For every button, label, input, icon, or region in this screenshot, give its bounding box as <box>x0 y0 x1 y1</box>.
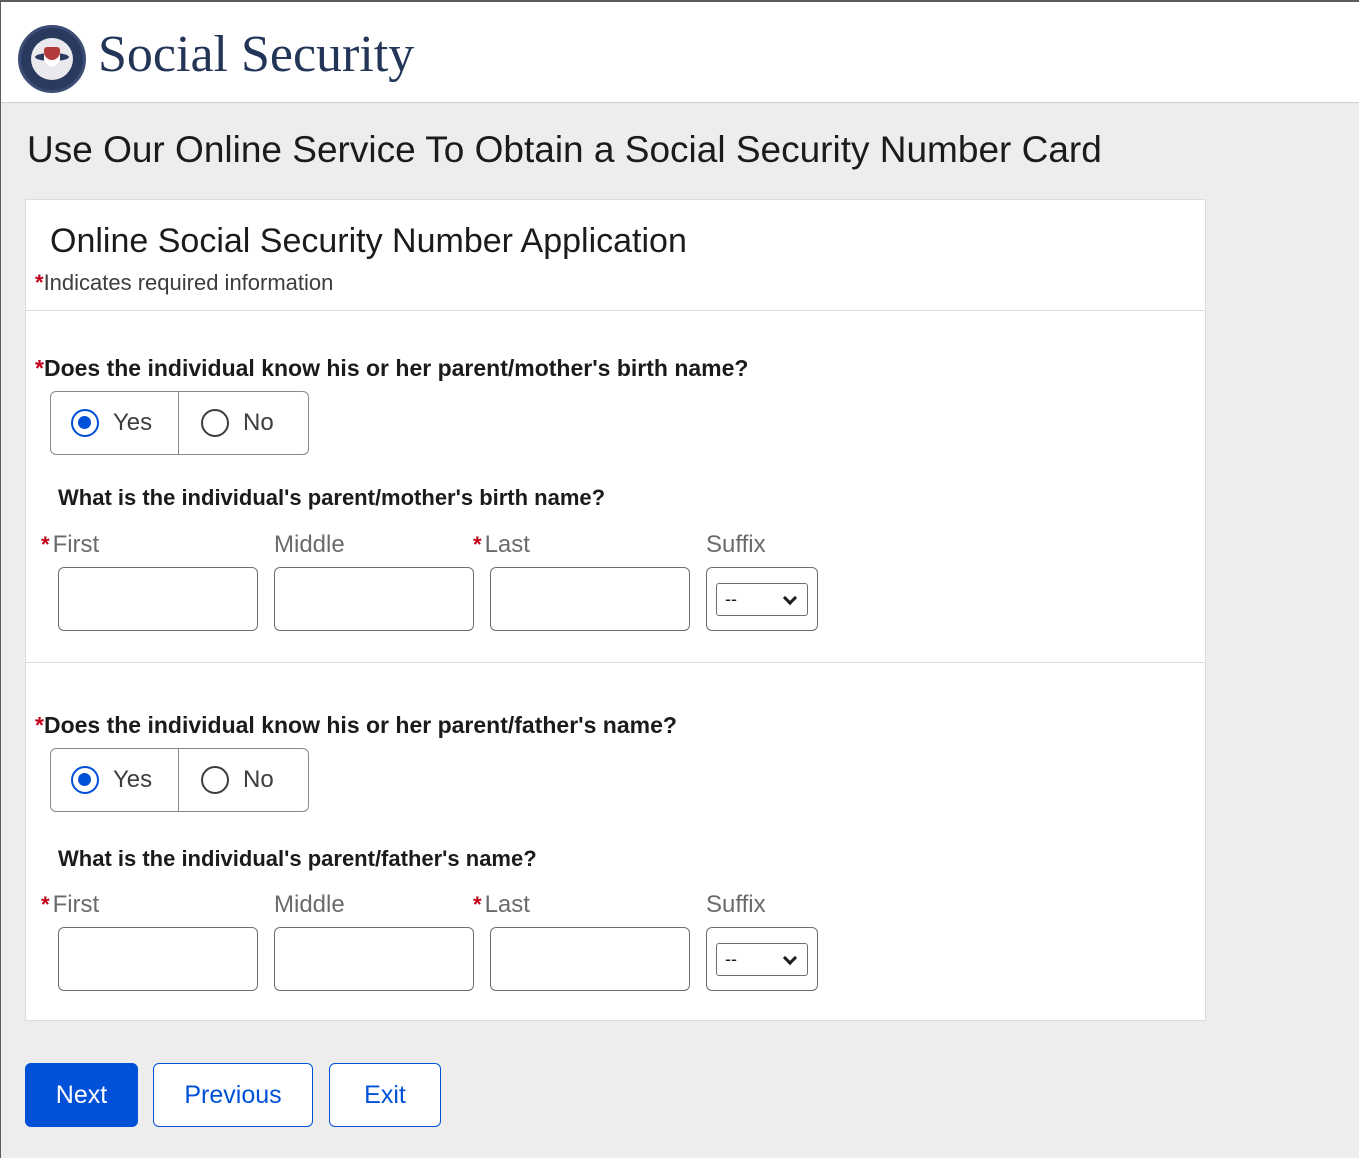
brand-title[interactable]: Social Security <box>98 26 414 84</box>
card-header: Online Social Security Number Applicatio… <box>26 200 1205 311</box>
father-suffix-select[interactable]: -- <box>716 943 808 976</box>
section-divider <box>26 662 1205 663</box>
page-title: Use Our Online Service To Obtain a Socia… <box>27 129 1102 170</box>
mother-suffix-select[interactable]: -- <box>716 583 808 616</box>
radio-checked-icon[interactable] <box>71 409 99 437</box>
mother-last-name-input[interactable] <box>490 567 690 631</box>
father-suffix-container: -- <box>706 927 818 991</box>
previous-button[interactable]: Previous <box>153 1063 313 1127</box>
mother-known-no-option[interactable]: No <box>178 392 308 454</box>
mother-suffix-container: -- <box>706 567 818 631</box>
required-note: *Indicates required information <box>35 270 333 296</box>
father-known-radio-group: Yes No <box>50 748 309 812</box>
required-note-text: Indicates required information <box>43 270 334 295</box>
mother-middle-label: Middle <box>274 531 345 558</box>
father-last-label: * Last <box>473 891 530 918</box>
mother-middle-name-input[interactable] <box>274 567 474 631</box>
father-middle-name-input[interactable] <box>274 927 474 991</box>
father-known-no-option[interactable]: No <box>178 749 308 811</box>
mother-known-yes-option[interactable]: Yes <box>51 392 178 454</box>
father-first-name-input[interactable] <box>58 927 258 991</box>
mother-first-label: * First <box>41 531 100 558</box>
father-first-label: * First <box>41 891 100 918</box>
radio-unchecked-icon[interactable] <box>201 766 229 794</box>
mother-known-question: *Does the individual know his or her par… <box>35 355 749 381</box>
father-suffix-label: Suffix <box>706 891 766 918</box>
mother-name-question: What is the individual's parent/mother's… <box>58 485 606 510</box>
ssa-seal-icon[interactable] <box>18 25 86 93</box>
radio-unchecked-icon[interactable] <box>201 409 229 437</box>
chevron-down-icon <box>782 590 798 606</box>
mother-first-name-input[interactable] <box>58 567 258 631</box>
exit-button[interactable]: Exit <box>329 1063 441 1127</box>
mother-known-radio-group: Yes No <box>50 391 309 455</box>
mother-last-label: * Last <box>473 531 530 558</box>
required-star: * <box>35 270 44 295</box>
card-title: Online Social Security Number Applicatio… <box>50 222 687 260</box>
chevron-down-icon <box>782 950 798 966</box>
site-header: Social Security <box>1 1 1359 103</box>
radio-checked-icon[interactable] <box>71 766 99 794</box>
father-middle-label: Middle <box>274 891 345 918</box>
mother-suffix-label: Suffix <box>706 531 766 558</box>
next-button[interactable]: Next <box>25 1063 138 1127</box>
father-last-name-input[interactable] <box>490 927 690 991</box>
father-known-yes-option[interactable]: Yes <box>51 749 178 811</box>
application-card: Online Social Security Number Applicatio… <box>25 199 1206 1021</box>
father-name-question: What is the individual's parent/father's… <box>58 846 537 871</box>
father-known-question: *Does the individual know his or her par… <box>35 712 677 738</box>
